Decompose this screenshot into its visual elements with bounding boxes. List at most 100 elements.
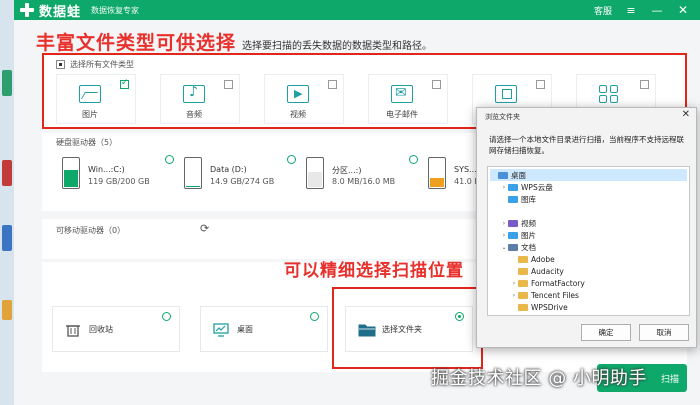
mail-icon xyxy=(391,85,413,103)
minimize-icon[interactable]: — xyxy=(650,3,664,17)
desktop-shortcut-icon[interactable] xyxy=(2,70,12,96)
close-icon[interactable]: ✕ xyxy=(676,3,690,17)
tree-item[interactable]: 桌面 xyxy=(490,169,687,181)
tree-item[interactable]: Adobe xyxy=(510,253,687,265)
menu-icon[interactable]: ≡ xyxy=(624,3,638,17)
tree-item[interactable]: › 视频 xyxy=(500,217,687,229)
ok-button[interactable]: 确定 xyxy=(581,324,631,341)
plus-logo-icon xyxy=(20,3,34,17)
highlight-box xyxy=(332,287,483,369)
desktop-shortcut-icon[interactable] xyxy=(2,300,12,320)
folder-icon xyxy=(518,303,528,311)
tree-item-label: WPS云盘 xyxy=(521,182,553,192)
tree-item[interactable]: 图库 xyxy=(500,193,687,205)
tree-item[interactable] xyxy=(500,205,687,217)
desktop-shortcut-icon[interactable] xyxy=(2,225,12,251)
select-all-checkbox[interactable] xyxy=(56,60,65,69)
expand-arrow-icon[interactable]: › xyxy=(500,220,508,227)
tree-item-label: 图库 xyxy=(521,194,536,204)
folder-icon xyxy=(508,195,518,203)
drive-icon xyxy=(428,157,446,189)
expand-arrow-icon[interactable]: ⌄ xyxy=(500,244,508,251)
drive-name: Win...:C:) xyxy=(88,165,125,174)
hard-drives-title: 硬盘驱动器（5） xyxy=(56,138,118,147)
removable-drives-title: 可移动驱动器（0） xyxy=(56,226,126,235)
music-icon xyxy=(183,84,205,103)
tree-item-label: Adobe xyxy=(531,254,555,264)
apps-icon xyxy=(599,85,621,103)
image-icon xyxy=(79,85,101,103)
drive-name: Data (D:) xyxy=(210,165,247,174)
scan-button-label: 扫描 xyxy=(660,374,679,385)
type-checkbox[interactable] xyxy=(120,78,129,89)
folder-icon xyxy=(518,291,528,299)
tree-item[interactable]: Audacity xyxy=(510,265,687,277)
refresh-icon[interactable]: ⟳ xyxy=(200,222,209,235)
drive-d[interactable]: Data (D:) 14.9 GB/274 GB xyxy=(170,153,296,203)
support-link[interactable]: 客服 xyxy=(594,4,612,17)
folder-icon xyxy=(498,171,508,179)
app-name: 数据蛙 xyxy=(39,4,82,20)
watermark: 掘金技术社区 @ 小明助手 xyxy=(431,368,647,389)
page-heading: 丰富文件类型可供选择 选择要扫描的丢失数据的数据类型和路径。 xyxy=(36,28,432,55)
desktop-icon xyxy=(213,322,229,337)
type-label: 图片 xyxy=(82,110,98,119)
heading-highlight: 丰富文件类型可供选择 xyxy=(36,32,237,54)
type-checkbox[interactable] xyxy=(432,80,441,89)
folder-icon xyxy=(508,243,518,251)
desktop-strip xyxy=(0,0,14,405)
location-radio[interactable] xyxy=(162,312,171,321)
tree-item-label: 视频 xyxy=(521,218,536,228)
close-icon[interactable]: ✕ xyxy=(682,109,690,120)
drive-size: 8.0 MB/16.0 MB xyxy=(332,177,396,186)
expand-arrow-icon[interactable]: › xyxy=(510,280,518,287)
folder-icon xyxy=(508,183,518,191)
location-label: 回收站 xyxy=(89,325,113,334)
type-card-email[interactable]: 电子邮件 xyxy=(368,74,448,124)
video-icon xyxy=(287,85,309,103)
drive-size: 14.9 GB/274 GB xyxy=(210,177,275,186)
drive-c[interactable]: Win...:C:) 119 GB/200 GB xyxy=(48,153,174,203)
type-card-audio[interactable]: 音频 xyxy=(160,74,240,124)
expand-arrow-icon[interactable]: › xyxy=(500,184,508,191)
drive-icon xyxy=(62,157,80,189)
folder-icon xyxy=(508,207,518,215)
type-checkbox[interactable] xyxy=(328,80,337,89)
tree-item[interactable]: › FormatFactory xyxy=(510,277,687,289)
folder-icon xyxy=(518,279,528,287)
location-recycle-bin[interactable]: 回收站 xyxy=(52,306,180,352)
title-bar: 数据蛙 数据恢复专家 客服 ≡ — ✕ xyxy=(14,0,700,20)
recycle-bin-icon xyxy=(65,322,81,337)
tree-item[interactable]: › WPS云盘 xyxy=(500,181,687,193)
select-all-types[interactable]: 选择所有文件类型 xyxy=(56,59,134,70)
type-checkbox[interactable] xyxy=(640,80,649,89)
select-all-label: 选择所有文件类型 xyxy=(70,60,134,69)
type-card-image[interactable]: 图片 xyxy=(56,74,136,124)
type-card-video[interactable]: 视频 xyxy=(264,74,344,124)
type-checkbox[interactable] xyxy=(536,80,545,89)
app-logo: 数据蛙 xyxy=(20,1,81,20)
desktop-shortcut-icon[interactable] xyxy=(2,160,12,186)
type-label: 视频 xyxy=(290,110,306,119)
tree-item[interactable]: › 图片 xyxy=(500,229,687,241)
expand-arrow-icon[interactable]: › xyxy=(500,232,508,239)
tree-item-label: 图片 xyxy=(521,230,536,240)
drive-usage-fill xyxy=(64,170,78,187)
folder-tree[interactable]: 桌面 › WPS云盘 图库 › 视频 › 图片 ⌄ 文档 Adobe Audacity › FormatF… xyxy=(487,166,690,316)
tree-item-label: Tencent Files xyxy=(531,290,579,300)
drive-icon xyxy=(184,157,202,189)
tree-item[interactable]: ⌄ 文档 xyxy=(500,241,687,253)
tree-item[interactable]: WPSDrive xyxy=(510,301,687,313)
drive-partition[interactable]: 分区...:) 8.0 MB/16.0 MB xyxy=(292,153,418,203)
type-checkbox[interactable] xyxy=(224,80,233,89)
drive-name: 分区...:) xyxy=(332,166,362,175)
folder-icon xyxy=(508,231,518,239)
expand-arrow-icon[interactable]: › xyxy=(510,292,518,299)
drive-size: 119 GB/200 GB xyxy=(88,177,150,186)
folder-icon xyxy=(518,255,528,263)
tree-item-label: 桌面 xyxy=(511,170,526,180)
cancel-button[interactable]: 取消 xyxy=(639,324,689,341)
location-radio[interactable] xyxy=(310,312,319,321)
location-desktop[interactable]: 桌面 xyxy=(200,306,328,352)
tree-item[interactable]: › Tencent Files xyxy=(510,289,687,301)
